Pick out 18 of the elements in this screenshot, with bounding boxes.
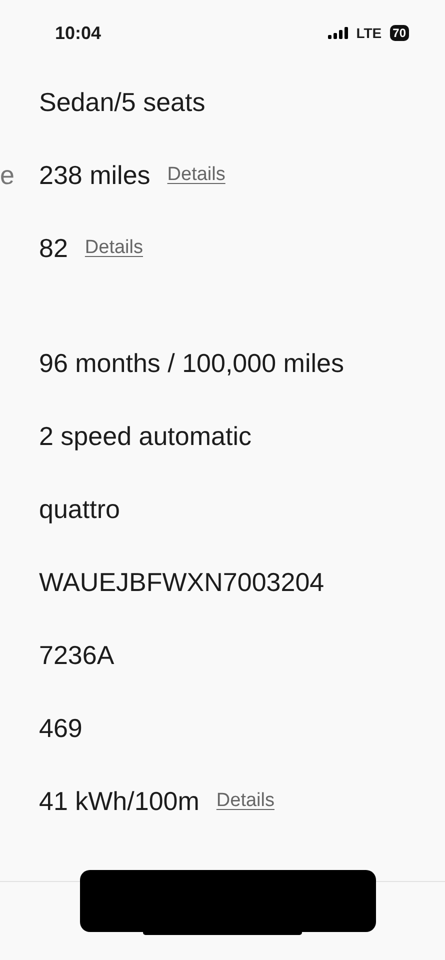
- details-link[interactable]: Details: [216, 787, 274, 816]
- signal-icon: [328, 27, 348, 39]
- status-time: 10:04: [55, 22, 102, 44]
- field-value: 469: [39, 712, 82, 745]
- field-value: 238 miles: [39, 159, 150, 192]
- field-value: 7236A: [39, 639, 114, 672]
- details-link[interactable]: Details: [84, 234, 143, 263]
- field-value: WAUEJBFWXN7003204: [39, 566, 324, 599]
- network-type: LTE: [356, 24, 382, 42]
- field-value: 2 speed automatic: [39, 420, 252, 453]
- field-value: 96 months / 100,000 miles: [39, 347, 344, 380]
- battery-level: 70: [390, 25, 409, 41]
- field-value: 82: [39, 232, 68, 265]
- details-link[interactable]: Details: [167, 161, 226, 190]
- field-value: 41 kWh/100m: [39, 785, 200, 818]
- field-value: Sedan/5 seats: [39, 86, 206, 119]
- field-value: quattro: [39, 493, 120, 526]
- row-label: e: [0, 159, 16, 192]
